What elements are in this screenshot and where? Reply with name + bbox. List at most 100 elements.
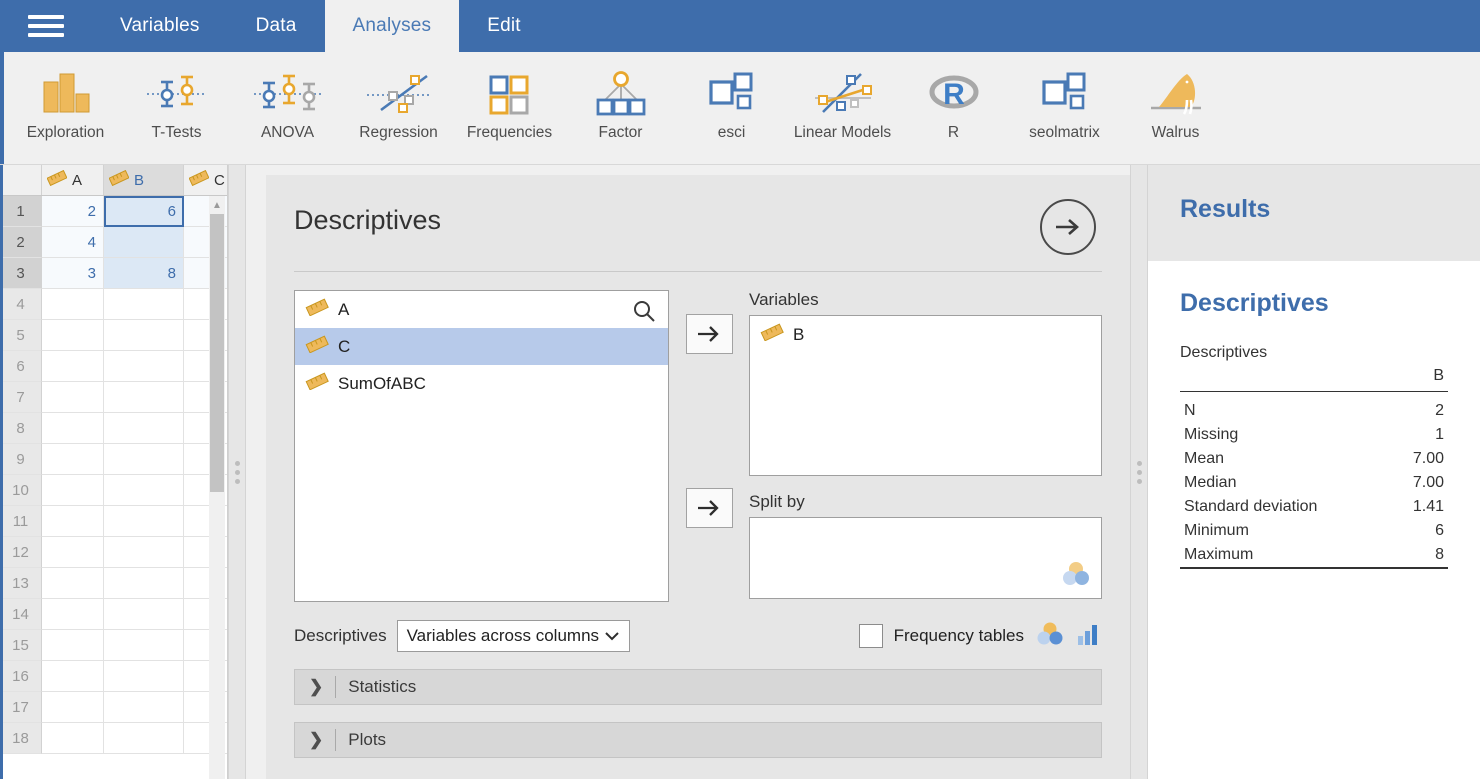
row-header[interactable]: 12: [0, 537, 42, 568]
table-cell[interactable]: [104, 351, 184, 382]
results-panel[interactable]: Results Descriptives Descriptives B N 2 Mi…: [1148, 165, 1480, 779]
table-row[interactable]: 10: [0, 475, 227, 506]
ribbon-button-t-tests[interactable]: T-Tests: [121, 52, 232, 142]
table-row[interactable]: 16: [0, 661, 227, 692]
table-cell[interactable]: [104, 599, 184, 630]
table-cell[interactable]: [104, 227, 184, 258]
table-row[interactable]: 4: [0, 289, 227, 320]
table-cell[interactable]: [42, 537, 104, 568]
checkbox-box[interactable]: [858, 624, 883, 648]
table-row[interactable]: 17: [0, 692, 227, 723]
tab-data[interactable]: Data: [228, 0, 325, 52]
row-header[interactable]: 11: [0, 506, 42, 537]
list-item[interactable]: SumOfABC: [295, 365, 668, 402]
ribbon-button-anova[interactable]: ANOVA: [232, 52, 343, 142]
row-header[interactable]: 15: [0, 630, 42, 661]
list-item[interactable]: C: [295, 328, 668, 365]
table-row[interactable]: 6: [0, 351, 227, 382]
row-header[interactable]: 1: [0, 196, 42, 227]
row-header[interactable]: 6: [0, 351, 42, 382]
ribbon-button-factor[interactable]: Factor: [565, 52, 676, 142]
column-header-c[interactable]: C: [184, 165, 227, 195]
assign-to-variables-button[interactable]: [685, 314, 733, 354]
table-cell[interactable]: [104, 475, 184, 506]
table-cell[interactable]: [104, 444, 184, 475]
scroll-up-icon[interactable]: ▲: [209, 196, 225, 214]
column-header-a[interactable]: A: [42, 165, 104, 195]
table-cell[interactable]: [42, 413, 104, 444]
table-cell[interactable]: [104, 382, 184, 413]
table-row[interactable]: 12: [0, 537, 227, 568]
table-cell[interactable]: [42, 351, 104, 382]
row-header[interactable]: 9: [0, 444, 42, 475]
row-header[interactable]: 4: [0, 289, 42, 320]
row-header[interactable]: 17: [0, 692, 42, 723]
table-cell[interactable]: [104, 413, 184, 444]
table-row[interactable]: 1263: [0, 196, 227, 227]
table-cell[interactable]: [104, 506, 184, 537]
row-header[interactable]: 8: [0, 413, 42, 444]
table-cell[interactable]: 2: [42, 196, 104, 227]
assign-to-split-by-button[interactable]: [685, 488, 733, 528]
available-variables-list[interactable]: A C SumOfABC: [294, 290, 669, 602]
table-cell[interactable]: [42, 506, 104, 537]
ribbon-button-regression[interactable]: Regression: [343, 52, 454, 142]
table-row[interactable]: 18: [0, 723, 227, 754]
table-cell[interactable]: [104, 568, 184, 599]
ribbon-button-esci[interactable]: esci: [676, 52, 787, 142]
table-cell[interactable]: [42, 723, 104, 754]
table-cell[interactable]: 3: [42, 258, 104, 289]
table-row[interactable]: 15: [0, 630, 227, 661]
row-header[interactable]: 7: [0, 382, 42, 413]
list-item[interactable]: A: [295, 291, 668, 328]
spreadsheet-corner[interactable]: [0, 165, 42, 195]
ribbon-button-r[interactable]: R R: [898, 52, 1009, 142]
splitter-options-results[interactable]: [1130, 165, 1148, 779]
ribbon-button-walrus[interactable]: Walrus: [1120, 52, 1231, 142]
tab-edit[interactable]: Edit: [459, 0, 549, 52]
row-header[interactable]: 10: [0, 475, 42, 506]
variables-drop-box[interactable]: B: [749, 315, 1102, 476]
table-row[interactable]: 9: [0, 444, 227, 475]
table-cell[interactable]: [104, 289, 184, 320]
table-row[interactable]: 3385: [0, 258, 227, 289]
data-spreadsheet[interactable]: A B C 1 2 6 2 4 3 3 8 4 5 6 7 8 9 10 11 …: [0, 165, 228, 779]
table-cell[interactable]: [104, 692, 184, 723]
table-cell[interactable]: [42, 630, 104, 661]
frequency-tables-checkbox[interactable]: Frequency tables: [858, 621, 1102, 652]
tab-analyses[interactable]: Analyses: [324, 0, 460, 52]
ribbon-button-seolmatrix[interactable]: seolmatrix: [1009, 52, 1120, 142]
table-cell[interactable]: [104, 320, 184, 351]
list-item[interactable]: B: [750, 316, 1101, 353]
ribbon-button-frequencies[interactable]: Frequencies: [454, 52, 565, 142]
table-cell[interactable]: [104, 537, 184, 568]
spreadsheet-vertical-scrollbar[interactable]: ▲: [209, 196, 225, 779]
table-cell[interactable]: [42, 382, 104, 413]
ribbon-button-exploration[interactable]: Exploration: [10, 52, 121, 142]
hamburger-menu-icon[interactable]: [0, 0, 92, 52]
column-header-b[interactable]: B: [104, 165, 184, 195]
table-cell[interactable]: 4: [42, 227, 104, 258]
row-header[interactable]: 2: [0, 227, 42, 258]
row-header[interactable]: 18: [0, 723, 42, 754]
table-row[interactable]: 13: [0, 568, 227, 599]
row-header[interactable]: 13: [0, 568, 42, 599]
row-header[interactable]: 3: [0, 258, 42, 289]
table-cell[interactable]: 6: [104, 196, 184, 227]
table-row[interactable]: 7: [0, 382, 227, 413]
table-row[interactable]: 11: [0, 506, 227, 537]
table-cell[interactable]: [42, 475, 104, 506]
section-statistics[interactable]: ❯ Statistics: [294, 669, 1102, 705]
split-by-drop-box[interactable]: [749, 517, 1102, 599]
table-cell[interactable]: [42, 661, 104, 692]
table-row[interactable]: 5: [0, 320, 227, 351]
row-header[interactable]: 14: [0, 599, 42, 630]
table-cell[interactable]: [42, 320, 104, 351]
table-row[interactable]: 249: [0, 227, 227, 258]
table-row[interactable]: 8: [0, 413, 227, 444]
descriptives-layout-select[interactable]: Variables across columns: [396, 620, 631, 652]
section-plots[interactable]: ❯ Plots: [294, 722, 1102, 758]
table-cell[interactable]: [42, 599, 104, 630]
ribbon-button-linear-models[interactable]: Linear Models: [787, 52, 898, 142]
row-header[interactable]: 5: [0, 320, 42, 351]
